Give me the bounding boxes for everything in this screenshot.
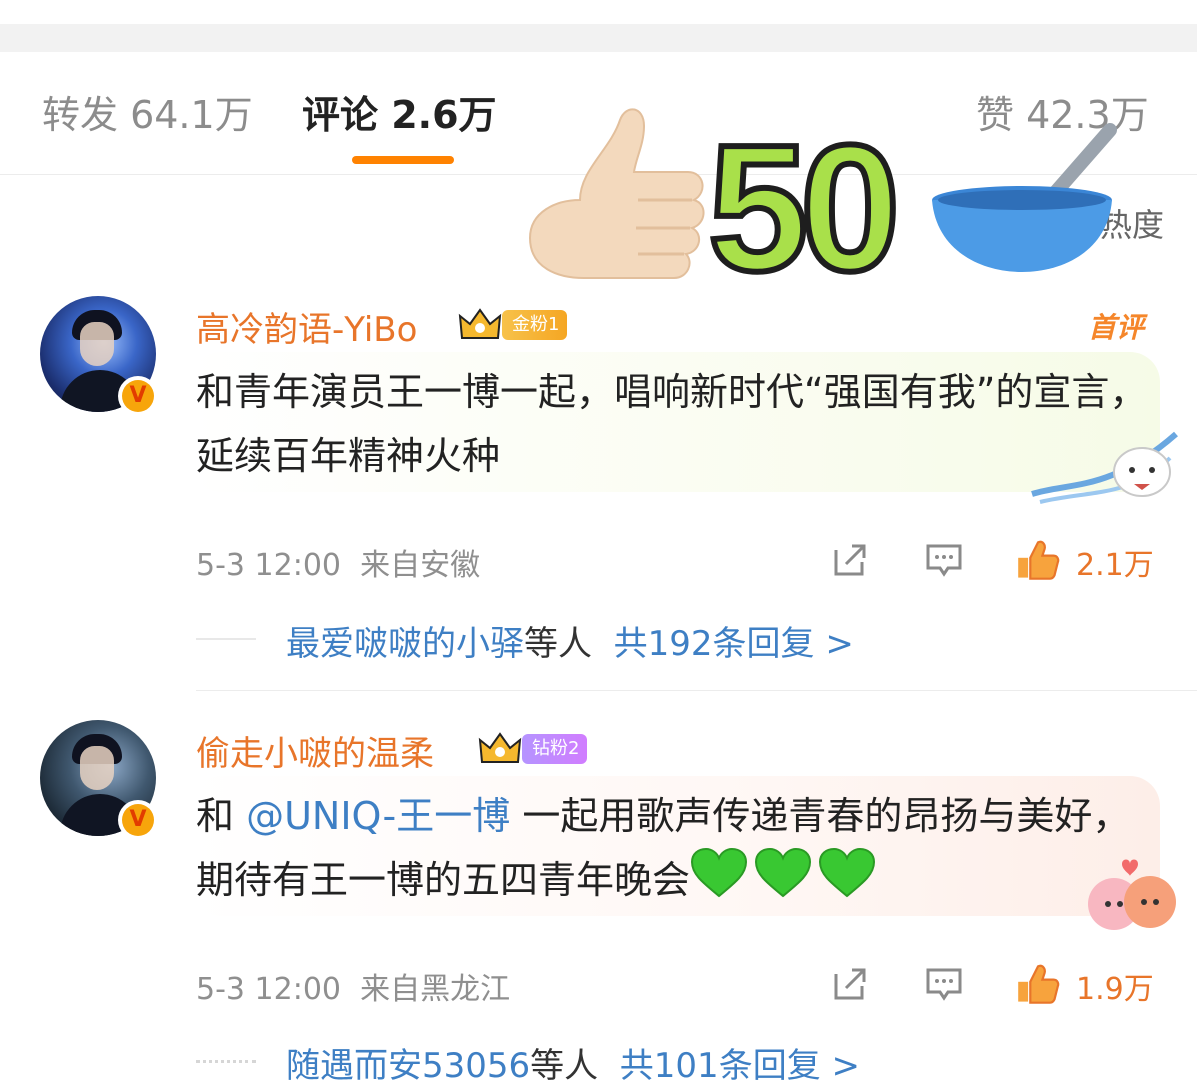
verified-badge-icon: V <box>118 376 158 416</box>
comment-icon[interactable] <box>924 964 964 1004</box>
fan-level-badge: 钻粉2 <box>522 734 588 764</box>
reply-indent-line <box>196 638 256 640</box>
comment-username[interactable]: 偷走小啵的温柔 <box>196 726 434 775</box>
green-heart-icon <box>755 847 812 898</box>
comment-time: 5-3 12:00 <box>196 972 341 1007</box>
comment-timestamp-location: 5-3 12:00 来自黑龙江 <box>196 964 510 1008</box>
comment-icon[interactable] <box>924 540 964 580</box>
share-icon[interactable] <box>830 540 870 580</box>
fifty-sticker: 50 <box>528 105 1117 290</box>
comment-username[interactable]: 高冷韵语-YiBo <box>196 302 417 351</box>
comment-text: 和 @UNIQ-王一博 一起用歌声传递青春的昂扬与美好，期待有王一博的五四青年晚… <box>196 784 1156 917</box>
reply-indent-line <box>196 1060 256 1063</box>
green-heart-icon <box>819 847 876 898</box>
reply-users: 最爱啵啵的小驿 <box>286 624 524 664</box>
reply-users: 随遇而安53056 <box>286 1046 531 1086</box>
tab-reposts[interactable]: 转发 64.1万 <box>42 90 253 140</box>
thumbs-up-sticker <box>528 108 705 279</box>
comment-text: 和青年演员王一博一起，唱响新时代“强国有我”的宣言，延续百年精神火种 <box>196 370 1148 478</box>
comment-divider <box>196 690 1197 691</box>
reply-count: 共101条回复 > <box>619 1046 860 1086</box>
comment-location: 来自黑龙江 <box>360 972 511 1007</box>
share-icon[interactable] <box>830 964 870 1004</box>
mention-link[interactable]: @UNIQ-王一博 <box>246 794 510 838</box>
bowl-spoon-sticker <box>932 123 1117 272</box>
fan-level-badge: 金粉1 <box>502 310 568 340</box>
tab-comments[interactable]: 评论 2.6万 <box>302 90 497 140</box>
green-hearts <box>690 847 876 917</box>
verified-badge-icon: V <box>118 800 158 840</box>
like-icon[interactable] <box>1016 538 1060 582</box>
status-bar <box>0 0 1197 24</box>
comment-location: 来自安徽 <box>360 548 481 583</box>
reply-users-suffix: 等人 <box>530 1046 599 1086</box>
first-comment-tag: 首评 <box>1088 311 1145 344</box>
reply-count: 共192条回复 > <box>613 624 854 664</box>
couple-sticker <box>1088 859 1176 930</box>
green-heart-icon <box>691 847 748 898</box>
like-count: 2.1万 <box>1076 548 1154 583</box>
top-separator-band <box>0 24 1197 52</box>
comment-text-prefix: 和 <box>196 794 247 838</box>
active-tab-indicator <box>352 156 454 164</box>
crown-icon <box>458 308 502 339</box>
comment-time: 5-3 12:00 <box>196 548 341 583</box>
like-count: 1.9万 <box>1076 972 1154 1007</box>
cat-ribbon-sticker <box>1031 431 1178 504</box>
like-icon[interactable] <box>1016 962 1060 1006</box>
sticker-number: 50 <box>708 108 893 290</box>
crown-icon <box>478 732 522 763</box>
reply-users-suffix: 等人 <box>524 624 592 664</box>
comment-timestamp-location: 5-3 12:00 来自安徽 <box>196 540 480 584</box>
reply-summary-link[interactable]: 最爱啵啵的小驿等人 共192条回复 > <box>286 616 854 665</box>
